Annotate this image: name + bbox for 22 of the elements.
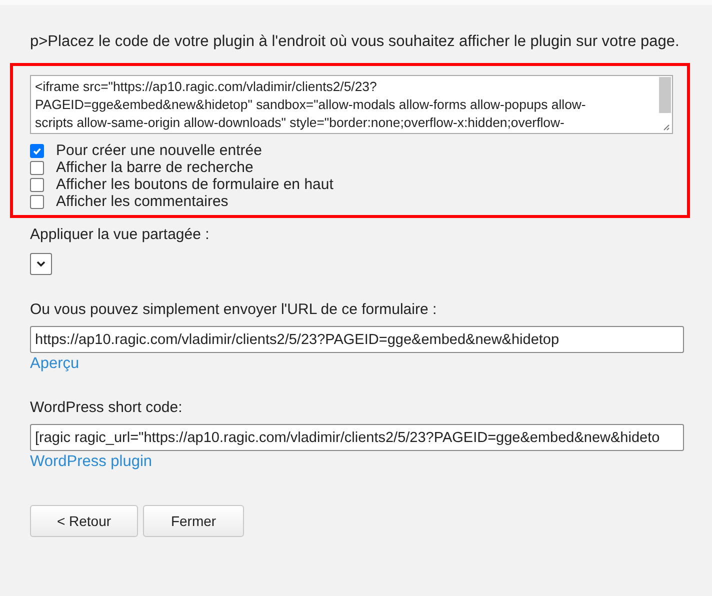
- shortcode-field[interactable]: [ragic ragic_url="https://ap10.ragic.com/vladimir/clients2/5/23?PAGEID=gge&embed&new&hideto: [30, 424, 684, 451]
- resize-grip-icon[interactable]: [663, 124, 670, 131]
- checkbox[interactable]: [30, 144, 44, 158]
- url-field[interactable]: https://ap10.ragic.com/vladimir/clients2/5/23?PAGEID=gge&embed&new&hidetop: [30, 326, 684, 353]
- shortcode-label: WordPress short code:: [30, 399, 182, 416]
- back-button[interactable]: < Retour: [30, 505, 138, 537]
- embed-code-textarea[interactable]: <iframe src="https://ap10.ragic.com/vladimir/clients2/5/23? PAGEID=gge&embed&new&hidetop" sandbox="allow-modals allow-forms allow-popups allow- scripts allow-same-origin allow-downloads" style="border:none;overflow-x:hidden;overflow-: [30, 75, 673, 134]
- checkbox[interactable]: [30, 160, 44, 174]
- shared-view-dropdown[interactable]: [30, 253, 52, 275]
- checkbox-label: Afficher les boutons de formulaire en haut: [56, 176, 334, 193]
- checkbox-label: Pour créer une nouvelle entrée: [56, 142, 262, 159]
- chevron-down-icon: [36, 261, 46, 267]
- checkbox[interactable]: [30, 178, 44, 192]
- checkbox-label: Afficher la barre de recherche: [56, 159, 254, 176]
- scrollbar-thumb[interactable]: [659, 77, 671, 113]
- checkmark-icon: [32, 146, 42, 156]
- url-label: Ou vous pouvez simplement envoyer l'URL de ce formulaire :: [30, 301, 437, 318]
- instruction-text: p>Placez le code de votre plugin à l'endroit où vous souhaitez afficher le plugin sur votre page.: [30, 33, 680, 51]
- shared-view-label: Appliquer la vue partagée :: [30, 226, 210, 243]
- close-button[interactable]: Fermer: [143, 505, 244, 537]
- checkbox[interactable]: [30, 194, 44, 208]
- checkbox-label: Afficher les commentaires: [56, 193, 228, 210]
